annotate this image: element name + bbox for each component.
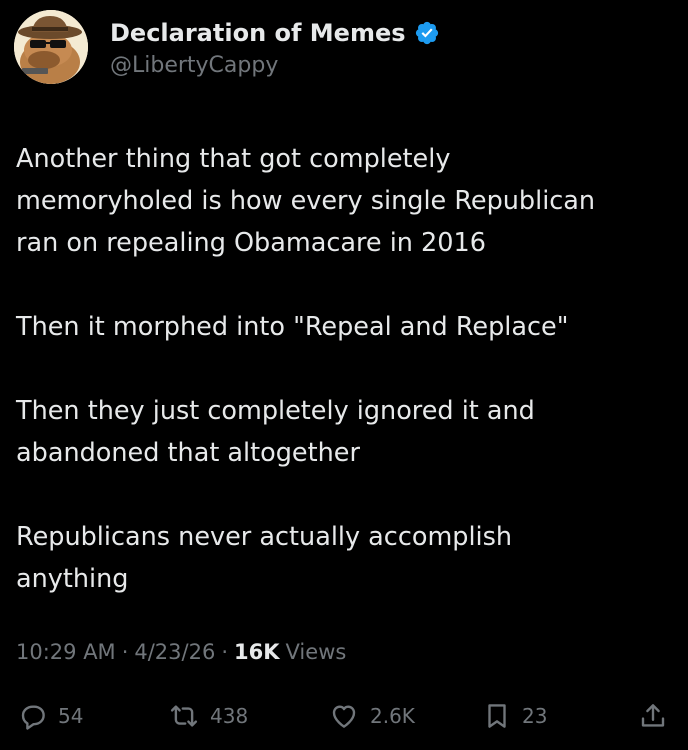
like-button[interactable]: 2.6K <box>328 698 415 734</box>
author-display-name[interactable]: Declaration of Memes <box>110 19 406 47</box>
heart-icon <box>332 705 356 728</box>
tweet-line: memoryholed is how every single Republic… <box>16 186 596 216</box>
tweet-meta: 10:29 AM · 4/23/26 · 16K Views <box>16 640 346 664</box>
tweet-date[interactable]: 4/23/26 <box>134 640 215 664</box>
author-name-row[interactable]: Declaration of Memes <box>110 17 440 49</box>
repost-count: 438 <box>210 704 249 728</box>
author-handle[interactable]: @LibertyCappy <box>110 53 278 78</box>
meta-separator: · <box>121 640 129 664</box>
reply-count: 54 <box>58 704 84 728</box>
tweet-time[interactable]: 10:29 AM <box>16 640 116 664</box>
tweet-line: Republicans never actually accomplish <box>16 522 513 552</box>
tweet-text: Another thing that got completely memory… <box>16 138 676 600</box>
views-label: Views <box>285 640 347 664</box>
views-count: 16K <box>234 640 280 664</box>
tweet-line: abandoned that altogether <box>16 438 360 468</box>
tweet-line: Another thing that got completely <box>16 144 451 174</box>
avatar[interactable] <box>14 10 88 84</box>
share-icon <box>641 704 665 727</box>
action-bar: 54 438 2.6K 23 <box>0 698 688 734</box>
reply-icon <box>21 705 45 730</box>
repost-icon <box>170 705 198 727</box>
reply-button[interactable]: 54 <box>18 698 83 734</box>
bookmark-count: 23 <box>522 704 548 728</box>
verified-badge-icon <box>415 21 438 45</box>
capybara-cowboy-avatar-icon <box>14 10 88 84</box>
share-button[interactable] <box>638 698 668 734</box>
tweet-line: Then they just completely ignored it and <box>16 396 535 426</box>
tweet-line: ran on repealing Obamacare in 2016 <box>16 228 486 258</box>
meta-separator: · <box>221 640 229 664</box>
bookmark-icon <box>488 704 506 728</box>
bookmark-button[interactable]: 23 <box>482 698 547 734</box>
tweet-line: anything <box>16 564 129 594</box>
tweet-line: Then it morphed into "Repeal and Replace… <box>16 312 569 342</box>
like-count: 2.6K <box>370 704 415 728</box>
repost-button[interactable]: 438 <box>168 698 248 734</box>
